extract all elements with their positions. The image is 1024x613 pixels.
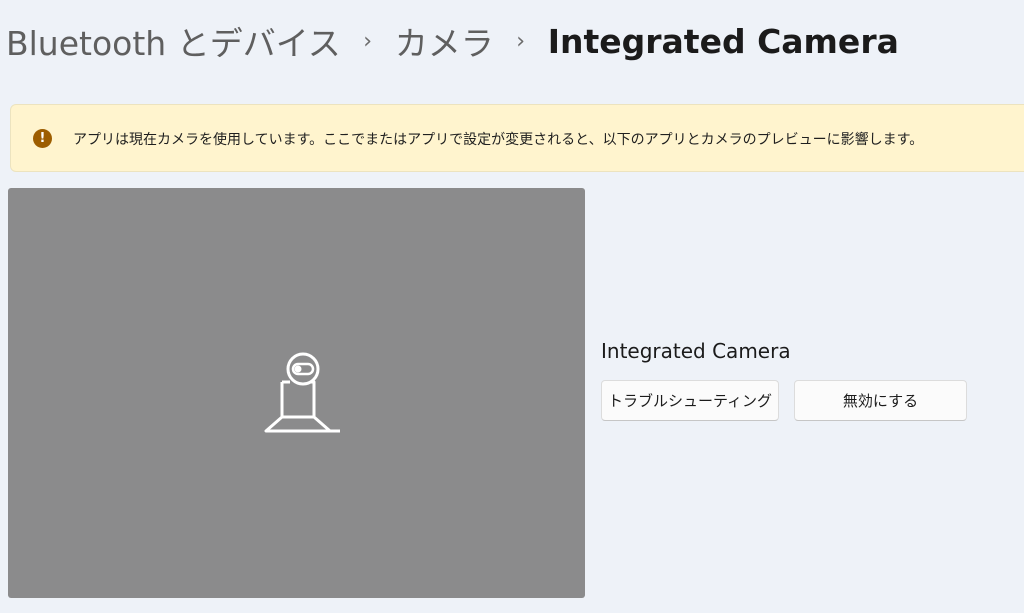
breadcrumb-cameras[interactable]: カメラ xyxy=(395,17,494,65)
troubleshoot-button[interactable]: トラブルシューティング xyxy=(601,380,779,421)
breadcrumb: Bluetooth とデバイス › カメラ › Integrated Camer… xyxy=(6,18,899,64)
camera-in-use-icon xyxy=(264,352,340,433)
warning-icon: ! xyxy=(33,129,52,148)
disable-button[interactable]: 無効にする xyxy=(794,380,967,421)
camera-settings-page: Bluetooth とデバイス › カメラ › Integrated Camer… xyxy=(0,0,1024,613)
device-name: Integrated Camera xyxy=(601,339,791,363)
chevron-right-icon: › xyxy=(516,28,526,54)
banner-message: アプリは現在カメラを使用しています。ここでまたはアプリで設定が変更されると、以下… xyxy=(73,132,924,148)
breadcrumb-bluetooth-devices[interactable]: Bluetooth とデバイス xyxy=(6,17,341,65)
camera-preview xyxy=(8,188,585,598)
page-title: Integrated Camera xyxy=(547,21,899,61)
camera-in-use-banner: ! アプリは現在カメラを使用しています。ここでまたはアプリで設定が変更されると、… xyxy=(10,104,1024,172)
chevron-right-icon: › xyxy=(363,28,373,54)
